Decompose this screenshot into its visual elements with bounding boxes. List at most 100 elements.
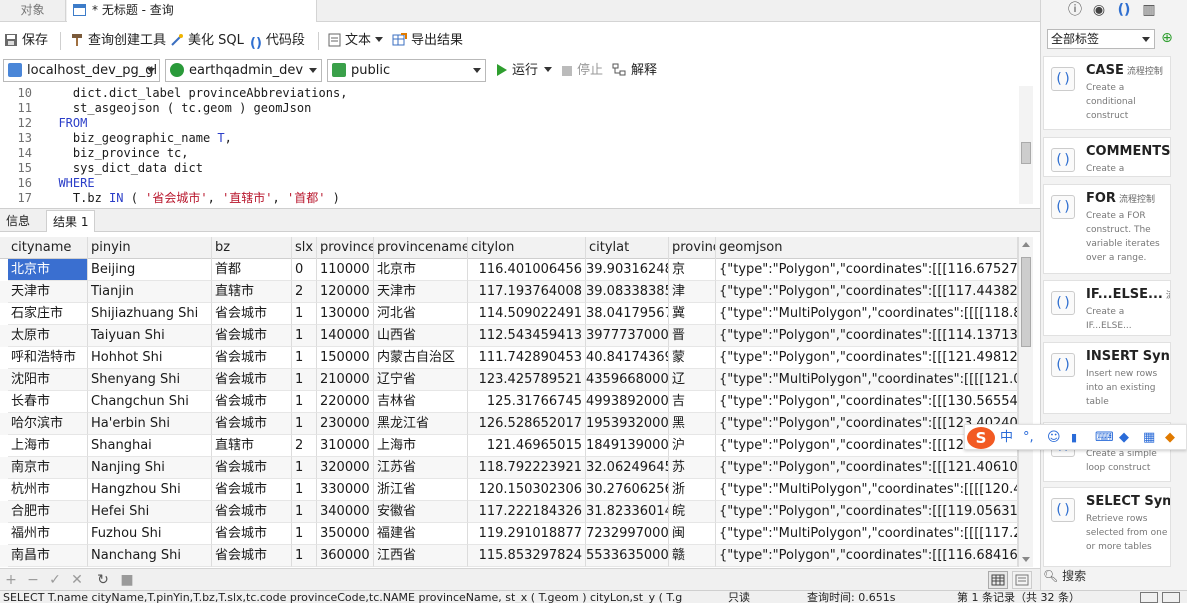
table-cell[interactable]: 1 bbox=[292, 347, 317, 369]
table-cell[interactable]: 皖 bbox=[669, 501, 716, 523]
table-cell[interactable]: 220000 bbox=[317, 391, 374, 413]
run-button[interactable]: 运行 bbox=[496, 58, 553, 84]
table-cell[interactable]: 112.543459413 bbox=[468, 325, 586, 347]
tab-objects[interactable]: 对象 bbox=[0, 0, 66, 22]
code-line[interactable]: 12 FROM bbox=[0, 116, 1033, 131]
ime-chinese-mode[interactable]: 中 bbox=[1000, 428, 1013, 448]
table-cell[interactable]: 冀 bbox=[669, 303, 716, 325]
table-cell[interactable]: 杭州市 bbox=[8, 479, 88, 501]
table-cell[interactable]: Shanghai bbox=[88, 435, 212, 457]
table-cell[interactable]: 吉林省 bbox=[374, 391, 468, 413]
table-cell[interactable]: 省会城市 bbox=[212, 391, 292, 413]
table-cell[interactable]: 蒙 bbox=[669, 347, 716, 369]
query-builder-button[interactable]: 查询创建工具 bbox=[70, 28, 166, 54]
table-cell[interactable]: 117.222184326 bbox=[468, 501, 586, 523]
table-cell[interactable]: {"type":"MultiPolygon","coordinates":[[[… bbox=[716, 523, 1018, 545]
table-cell[interactable]: 浙 bbox=[669, 479, 716, 501]
column-header-citylon[interactable]: citylon bbox=[468, 237, 586, 259]
table-cell[interactable]: 闽 bbox=[669, 523, 716, 545]
table-cell[interactable]: Changchun Shi bbox=[88, 391, 212, 413]
table-row[interactable]: 合肥市 Hefei Shi 省会城市 1 340000 安徽省 117.222184326 3… bbox=[0, 501, 1018, 523]
table-cell[interactable]: Hefei Shi bbox=[88, 501, 212, 523]
schema-select[interactable]: public bbox=[327, 59, 486, 82]
table-cell[interactable]: 省会城市 bbox=[212, 523, 292, 545]
table-cell[interactable]: Nanchang Shi bbox=[88, 545, 212, 567]
table-cell[interactable]: 黑 bbox=[669, 413, 716, 435]
table-cell[interactable]: 省会城市 bbox=[212, 545, 292, 567]
table-row[interactable]: 福州市 Fuzhou Shi 省会城市 1 350000 福建省 119.291018877… bbox=[0, 523, 1018, 545]
snippet-card[interactable]: () FOR 流程控制 Create a FOR construct. The var… bbox=[1043, 184, 1171, 274]
export-results-button[interactable]: 导出结果 bbox=[392, 28, 463, 54]
table-cell[interactable]: 360000 bbox=[317, 545, 374, 567]
table-row[interactable]: 石家庄市 Shijiazhuang Shi 省会城市 1 130000 河北省 114.50… bbox=[0, 303, 1018, 325]
table-cell[interactable]: 2 bbox=[292, 281, 317, 303]
table-cell[interactable]: 1 bbox=[292, 457, 317, 479]
page-prev-icon[interactable] bbox=[1140, 592, 1158, 603]
scroll-up-icon[interactable] bbox=[1022, 242, 1030, 247]
table-cell[interactable]: 北京市 bbox=[8, 259, 88, 281]
snippet-search[interactable]: 🔍︎ 搜索 bbox=[1043, 566, 1183, 586]
table-cell[interactable]: 省会城市 bbox=[212, 303, 292, 325]
delete-row-icon[interactable]: − bbox=[24, 571, 42, 589]
table-cell[interactable]: 123.425789521 bbox=[468, 369, 586, 391]
table-cell[interactable]: 津 bbox=[669, 281, 716, 303]
table-cell[interactable]: 120000 bbox=[317, 281, 374, 303]
table-row[interactable]: 长春市 Changchun Shi 省会城市 1 220000 吉林省 125.317667… bbox=[0, 391, 1018, 413]
table-cell[interactable]: 72329970001 bbox=[586, 523, 669, 545]
scroll-down-icon[interactable] bbox=[1022, 557, 1030, 562]
table-cell[interactable]: 长春市 bbox=[8, 391, 88, 413]
tab-result-1[interactable]: 结果 1 bbox=[46, 210, 96, 232]
table-cell[interactable]: 38.041795673 bbox=[586, 303, 669, 325]
table-cell[interactable]: 1 bbox=[292, 479, 317, 501]
code-line[interactable]: 14 biz_province tc, bbox=[0, 146, 1033, 161]
column-header-provinc[interactable]: provinc bbox=[669, 237, 716, 259]
table-cell[interactable]: 辽宁省 bbox=[374, 369, 468, 391]
table-cell[interactable]: {"type":"MultiPolygon","coordinates":[[[… bbox=[716, 369, 1018, 391]
snippet-card[interactable]: () COMMENTS Create a comment bbox=[1043, 137, 1171, 177]
table-row[interactable]: 北京市 Beijing 首都 0 110000 北京市 116.401006456 39.90… bbox=[0, 259, 1018, 281]
table-cell[interactable]: 太原市 bbox=[8, 325, 88, 347]
table-row[interactable]: 沈阳市 Shenyang Shi 省会城市 1 210000 辽宁省 123.4257895… bbox=[0, 369, 1018, 391]
tab-query[interactable]: * 无标题 - 查询 bbox=[67, 0, 317, 22]
table-row[interactable]: 南昌市 Nanchang Shi 省会城市 1 360000 江西省 115.8532978… bbox=[0, 545, 1018, 567]
table-cell[interactable]: 39777370001 bbox=[586, 325, 669, 347]
table-cell[interactable]: 230000 bbox=[317, 413, 374, 435]
table-cell[interactable]: 省会城市 bbox=[212, 413, 292, 435]
table-cell[interactable]: 直辖市 bbox=[212, 281, 292, 303]
table-cell[interactable]: 115.853297824 bbox=[468, 545, 586, 567]
table-cell[interactable]: 天津市 bbox=[374, 281, 468, 303]
table-cell[interactable]: 省会城市 bbox=[212, 501, 292, 523]
grid-scrollbar[interactable] bbox=[1018, 237, 1033, 567]
column-header-provincec[interactable]: provincec bbox=[317, 237, 374, 259]
snippet-card[interactable]: () IF...ELSE...流程 Create a IF...ELSE... co… bbox=[1043, 280, 1171, 336]
beautify-sql-button[interactable]: 美化 SQL bbox=[170, 28, 244, 54]
table-cell[interactable]: 130000 bbox=[317, 303, 374, 325]
table-cell[interactable]: 辽 bbox=[669, 369, 716, 391]
table-cell[interactable]: 安徽省 bbox=[374, 501, 468, 523]
table-cell[interactable]: Beijing bbox=[88, 259, 212, 281]
table-cell[interactable]: 沈阳市 bbox=[8, 369, 88, 391]
table-cell[interactable]: Fuzhou Shi bbox=[88, 523, 212, 545]
table-cell[interactable]: Tianjin bbox=[88, 281, 212, 303]
table-cell[interactable]: 南昌市 bbox=[8, 545, 88, 567]
add-snippet-icon[interactable]: ⊕ bbox=[1159, 30, 1175, 46]
stop-button[interactable]: 停止 bbox=[561, 58, 603, 84]
table-cell[interactable]: 苏 bbox=[669, 457, 716, 479]
result-grid[interactable]: citynamepinyinbzslxprovincecprovincename… bbox=[0, 237, 1018, 567]
table-cell[interactable]: 合肥市 bbox=[8, 501, 88, 523]
table-cell[interactable]: 19539320001 bbox=[586, 413, 669, 435]
table-cell[interactable]: 上海市 bbox=[374, 435, 468, 457]
more-icon[interactable]: ◆ bbox=[1165, 428, 1175, 448]
table-cell[interactable]: 340000 bbox=[317, 501, 374, 523]
skin-icon[interactable]: ◆ bbox=[1119, 428, 1129, 448]
table-cell[interactable]: 上海市 bbox=[8, 435, 88, 457]
table-cell[interactable]: 120.150302306 bbox=[468, 479, 586, 501]
toolbox-icon[interactable]: ▦ bbox=[1143, 428, 1155, 448]
table-cell[interactable]: 河北省 bbox=[374, 303, 468, 325]
column-header-bz[interactable]: bz bbox=[212, 237, 292, 259]
table-cell[interactable]: 210000 bbox=[317, 369, 374, 391]
table-cell[interactable]: 省会城市 bbox=[212, 347, 292, 369]
table-cell[interactable]: 43596680001 bbox=[586, 369, 669, 391]
table-row[interactable]: 南京市 Nanjing Shi 省会城市 1 320000 江苏省 118.79222392… bbox=[0, 457, 1018, 479]
snippet-filter-select[interactable]: 全部标签 bbox=[1047, 29, 1155, 49]
